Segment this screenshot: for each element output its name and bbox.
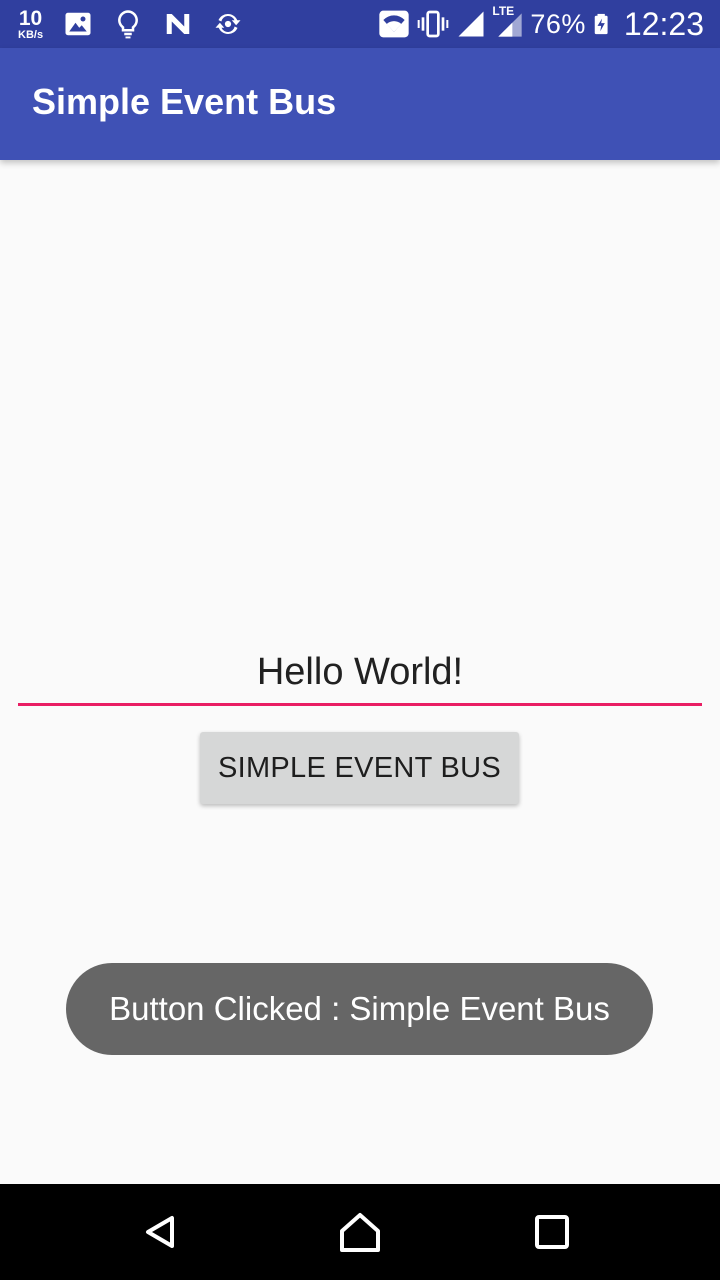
lte-signal-icon bbox=[498, 13, 523, 37]
wifi-icon bbox=[379, 10, 410, 38]
battery-charging-icon bbox=[594, 13, 608, 35]
home-icon[interactable] bbox=[330, 1202, 390, 1262]
toast-message: Button Clicked : Simple Event Bus bbox=[66, 963, 653, 1055]
n-notification-icon bbox=[166, 14, 190, 34]
status-bar-right: LTE 76% 12:23 bbox=[378, 0, 704, 48]
network-speed-indicator: 10 KB/s bbox=[18, 8, 43, 41]
app-title: Simple Event Bus bbox=[32, 81, 337, 122]
vibrate-icon bbox=[418, 10, 449, 38]
signal-icon bbox=[458, 11, 484, 37]
network-speed-value: 10 bbox=[18, 6, 43, 30]
clock: 12:23 bbox=[623, 5, 704, 42]
lte-signal-indicator: LTE bbox=[492, 4, 524, 41]
status-bar: 10 KB/s LTE 76% 12:23 bbox=[0, 0, 720, 48]
image-icon bbox=[65, 12, 91, 36]
back-icon[interactable] bbox=[130, 1202, 190, 1262]
navigation-bar bbox=[0, 1184, 720, 1280]
status-bar-left: 10 KB/s bbox=[18, 0, 243, 48]
recents-icon[interactable] bbox=[522, 1202, 582, 1262]
simple-event-bus-button[interactable]: SIMPLE EVENT BUS bbox=[200, 732, 519, 804]
sync-icon bbox=[215, 13, 241, 35]
app-bar: Simple Event Bus bbox=[0, 48, 720, 160]
lightbulb-icon bbox=[118, 10, 138, 39]
battery-percent: 76% bbox=[530, 8, 586, 39]
hello-edit-text[interactable]: Hello World! bbox=[18, 640, 702, 706]
network-speed-unit: KB/s bbox=[18, 28, 44, 41]
